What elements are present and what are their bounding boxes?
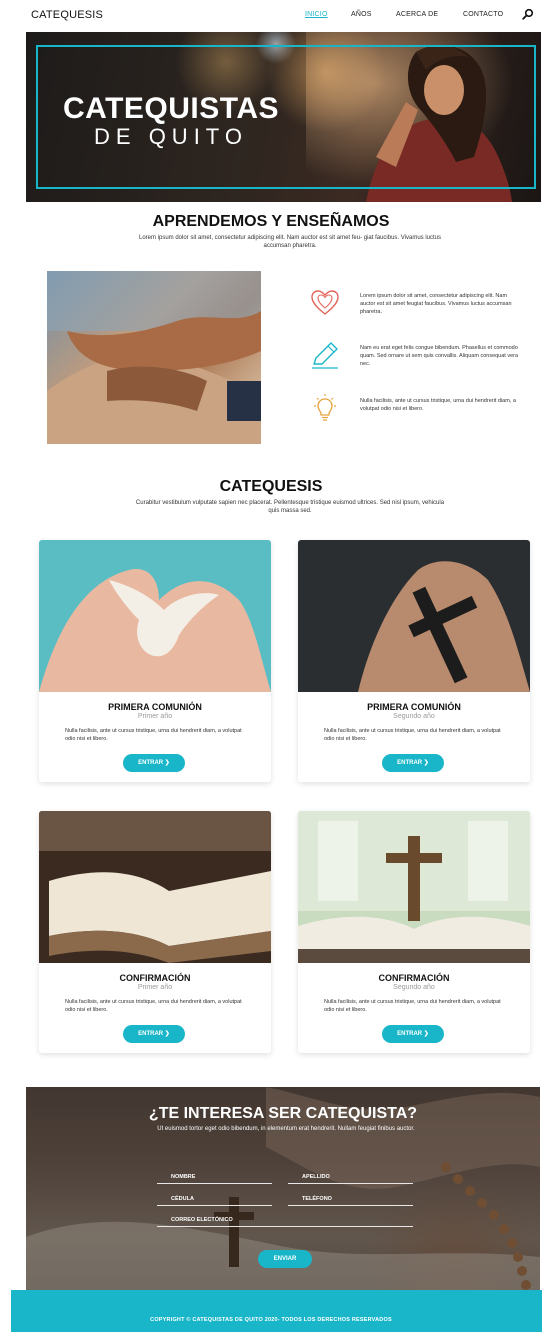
card-subtitle: Segundo año — [393, 984, 435, 991]
hearts-icon — [311, 290, 339, 315]
card-title: PRIMERA COMUNIÓN — [108, 702, 202, 712]
contact-title: ¿TE INTERESA SER CATEQUISTA? — [148, 1105, 418, 1122]
nav-item-contacto[interactable]: CONTACTO — [463, 11, 503, 18]
card-text: Nulla facilisis, ante ut cursus tristiqu… — [324, 999, 501, 1013]
open-bible-image — [39, 811, 271, 963]
nav-item-inicio[interactable]: INICIO — [305, 11, 328, 18]
feature-text-3: Nulla facilisis, ante ut cursus tristiqu… — [360, 398, 516, 412]
feature-text-1: Lorem ipsum dolor sit amet, consectetur … — [360, 293, 512, 315]
about-lead: Lorem ipsum dolor sit amet, consectetur … — [138, 235, 442, 249]
card-confirmacion-1: CONFIRMACIÓN Primer año Nulla facilisis,… — [39, 811, 271, 1053]
nav-item-acerca-de[interactable]: ACERCA DE — [396, 11, 438, 18]
card-text: Nulla facilisis, ante ut cursus tristiqu… — [65, 728, 242, 742]
card-text: Nulla facilisis, ante ut cursus tristiqu… — [324, 728, 501, 742]
catequesis-lead: Curabitur vestibulum vulputate sapien ne… — [135, 500, 445, 514]
hero-banner: CATEQUISTAS DE QUITO — [26, 32, 541, 202]
hero-title-line1: CATEQUISTAS — [62, 92, 280, 125]
enter-button[interactable]: ENTRAR ❯ — [123, 754, 185, 772]
contact-lead: Ut euismod tortor eget odio bibendum, in… — [157, 1126, 415, 1132]
footer-bar — [11, 1290, 542, 1332]
feature-item-3: Nulla facilisis, ante ut cursus tristiqu… — [310, 393, 520, 433]
apellido-field[interactable]: APELLIDO — [288, 1172, 413, 1184]
dove-hands-image — [39, 540, 271, 692]
card-subtitle: Segundo año — [393, 713, 435, 720]
enter-button[interactable]: ENTRAR ❯ — [382, 1025, 444, 1043]
nombre-field[interactable]: NOMBRE — [157, 1172, 272, 1184]
telefono-field[interactable]: TELÉFONO — [288, 1194, 413, 1206]
card-text: Nulla facilisis, ante ut cursus tristiqu… — [65, 999, 242, 1013]
hands-together-image — [47, 271, 261, 444]
cross-hands-image — [298, 540, 530, 692]
cedula-field[interactable]: CÉDULA — [157, 1194, 272, 1206]
card-title: PRIMERA COMUNIÓN — [367, 702, 461, 712]
search-icon[interactable] — [522, 8, 534, 20]
pencil-icon — [312, 342, 338, 369]
card-title: CONFIRMACIÓN — [378, 973, 450, 983]
about-title: APRENDEMOS Y ENSEÑAMOS — [152, 213, 390, 230]
lightbulb-icon — [314, 394, 336, 421]
nav-item-anos[interactable]: AÑOS — [351, 11, 372, 18]
send-button[interactable]: ENVIAR — [258, 1250, 312, 1268]
card-primera-comunion-1: PRIMERA COMUNIÓN Primer año Nulla facili… — [39, 540, 271, 782]
card-subtitle: Primer año — [137, 984, 173, 991]
contact-section: ¿TE INTERESA SER CATEQUISTA? Ut euismod … — [26, 1087, 540, 1303]
footer-copyright: COPYRIGHT © CATEQUISTAS DE QUITO 2020- T… — [150, 1317, 392, 1323]
hero-title-line2: DE QUITO — [94, 124, 248, 149]
feature-item-1: Lorem ipsum dolor sit amet, consectetur … — [310, 288, 520, 328]
enter-button[interactable]: ENTRAR ❯ — [123, 1025, 185, 1043]
catequesis-title: CATEQUESIS — [219, 478, 323, 495]
card-title: CONFIRMACIÓN — [119, 973, 191, 983]
feature-item-2: Nam eu erat eget felis congue bibendum. … — [310, 340, 520, 380]
feature-text-2: Nam eu erat eget felis congue bibendum. … — [360, 345, 519, 367]
brand-logo[interactable]: CATEQUESIS — [31, 9, 103, 21]
card-confirmacion-2: CONFIRMACIÓN Segundo año Nulla facilisis… — [298, 811, 530, 1053]
card-primera-comunion-2: PRIMERA COMUNIÓN Segundo año Nulla facil… — [298, 540, 530, 782]
cross-bible-image — [298, 811, 530, 963]
enter-button[interactable]: ENTRAR ❯ — [382, 754, 444, 772]
top-nav: CATEQUESIS INICIO AÑOS ACERCA DE CONTACT… — [0, 0, 542, 32]
card-subtitle: Primer año — [137, 713, 173, 720]
email-field[interactable]: CORREO ELECTÓNICO — [157, 1215, 413, 1227]
